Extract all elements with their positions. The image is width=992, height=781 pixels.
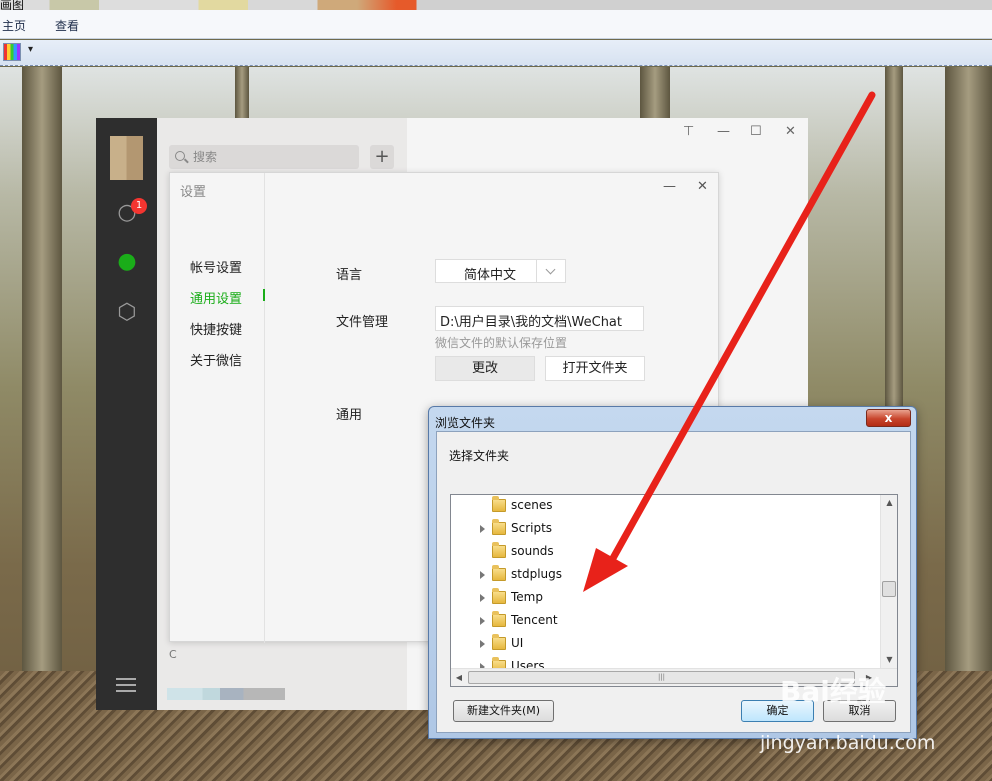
paint-palette-icon[interactable] <box>3 43 21 61</box>
change-button[interactable]: 更改 <box>435 356 535 381</box>
menu-home[interactable]: 主页 <box>2 17 26 34</box>
minimize-button[interactable]: — <box>717 124 730 139</box>
settings-nav: 帐号设置 通用设置 快捷按键 关于微信 <box>170 173 265 643</box>
folder-tree[interactable]: scenes Scripts sounds stdplugs Temp Tenc… <box>450 494 898 687</box>
search-icon <box>175 151 185 161</box>
folder-icon <box>492 588 506 604</box>
quick-access-dropdown-icon[interactable]: ▾ <box>28 44 33 55</box>
blurred-contact <box>167 688 285 700</box>
folder-name: Temp <box>511 590 543 604</box>
title-strip: 画图 <box>0 0 992 12</box>
contacts-icon[interactable]: ● <box>113 249 141 275</box>
nav-shortcuts[interactable]: 快捷按键 <box>190 319 242 338</box>
tree-row[interactable]: Scripts <box>451 518 879 540</box>
watermark-url: jingyan.baidu.com <box>760 732 936 754</box>
general-label: 通用 <box>336 408 363 423</box>
language-select[interactable]: 简体中文 <box>435 259 566 283</box>
nav-account-settings[interactable]: 帐号设置 <box>190 257 242 276</box>
chevron-down-icon <box>536 260 566 282</box>
folder-icon <box>492 519 506 535</box>
browse-dialog-title: 浏览文件夹 <box>435 416 496 430</box>
new-folder-button[interactable]: 新建文件夹(M) <box>453 700 554 722</box>
maximize-button[interactable]: ☐ <box>750 124 762 139</box>
folder-icon <box>492 611 506 627</box>
scroll-up-icon[interactable]: ▲ <box>881 495 897 511</box>
pin-icon[interactable]: ⊤ <box>683 124 694 139</box>
tree-row[interactable]: scenes <box>451 495 879 517</box>
expand-arrow-icon[interactable] <box>480 640 485 648</box>
vertical-scrollbar[interactable]: ▲ ▼ <box>880 495 897 668</box>
file-path-field[interactable]: D:\用户目录\我的文档\WeChat <box>435 306 644 331</box>
folder-icon <box>492 634 506 650</box>
file-management-label: 文件管理 <box>336 315 389 330</box>
tree-row[interactable]: Temp <box>451 587 879 609</box>
settings-close-button[interactable]: ✕ <box>697 179 708 194</box>
folder-icon <box>492 565 506 581</box>
hamburger-menu-icon[interactable] <box>116 678 136 692</box>
file-path-hint: 微信文件的默认保存位置 <box>435 336 568 350</box>
favorites-cube-icon[interactable]: ⬡ <box>113 300 141 326</box>
nav-about-wechat[interactable]: 关于微信 <box>190 350 242 369</box>
wechat-sidebar: ○ 1 ● ⬡ <box>96 118 157 710</box>
baidu-logo: Bai经验 <box>780 675 886 708</box>
scroll-down-icon[interactable]: ▼ <box>881 652 897 668</box>
tree-row[interactable]: sounds <box>451 541 879 563</box>
expand-arrow-icon[interactable] <box>480 525 485 533</box>
expand-arrow-icon[interactable] <box>480 594 485 602</box>
folder-name: UI <box>511 636 524 650</box>
expand-arrow-icon[interactable] <box>480 617 485 625</box>
tree-trunk <box>22 67 62 687</box>
add-chat-button[interactable]: + <box>370 145 394 169</box>
tree-row[interactable]: Tencent <box>451 610 879 632</box>
search-input[interactable]: 搜索 <box>169 145 359 169</box>
folder-icon <box>492 542 506 558</box>
active-nav-indicator <box>263 289 265 301</box>
settings-minimize-button[interactable]: — <box>663 179 676 194</box>
browse-close-button[interactable]: x <box>866 409 911 427</box>
tree-row[interactable]: UI <box>451 633 879 655</box>
open-folder-button[interactable]: 打开文件夹 <box>545 356 645 381</box>
nav-general-settings[interactable]: 通用设置 <box>190 288 242 307</box>
select-folder-prompt: 选择文件夹 <box>449 449 510 463</box>
menu-bar: 主页 查看 <box>0 10 992 39</box>
folder-name: Scripts <box>511 521 553 535</box>
language-label: 语言 <box>336 268 363 283</box>
avatar[interactable] <box>110 136 143 180</box>
baidu-watermark: Bai经验 jingyan.baidu.com <box>760 670 985 760</box>
folder-icon <box>492 496 506 512</box>
folder-name: Tencent <box>511 613 558 627</box>
language-value: 简体中文 <box>464 268 517 283</box>
tree-trunk <box>945 67 992 707</box>
folder-name: stdplugs <box>511 567 562 581</box>
menu-view[interactable]: 查看 <box>55 17 79 34</box>
scroll-left-icon[interactable]: ◀ <box>451 669 467 686</box>
close-button[interactable]: ✕ <box>785 124 796 139</box>
folder-name: sounds <box>511 544 554 558</box>
unread-badge: 1 <box>131 198 147 214</box>
list-section-letter: C <box>169 648 177 661</box>
folder-name: scenes <box>511 498 553 512</box>
search-placeholder: 搜索 <box>193 150 218 164</box>
quick-access-toolbar: ▾ <box>0 40 992 66</box>
vertical-scroll-thumb[interactable] <box>882 581 896 597</box>
tree-row[interactable]: stdplugs <box>451 564 879 586</box>
expand-arrow-icon[interactable] <box>480 571 485 579</box>
